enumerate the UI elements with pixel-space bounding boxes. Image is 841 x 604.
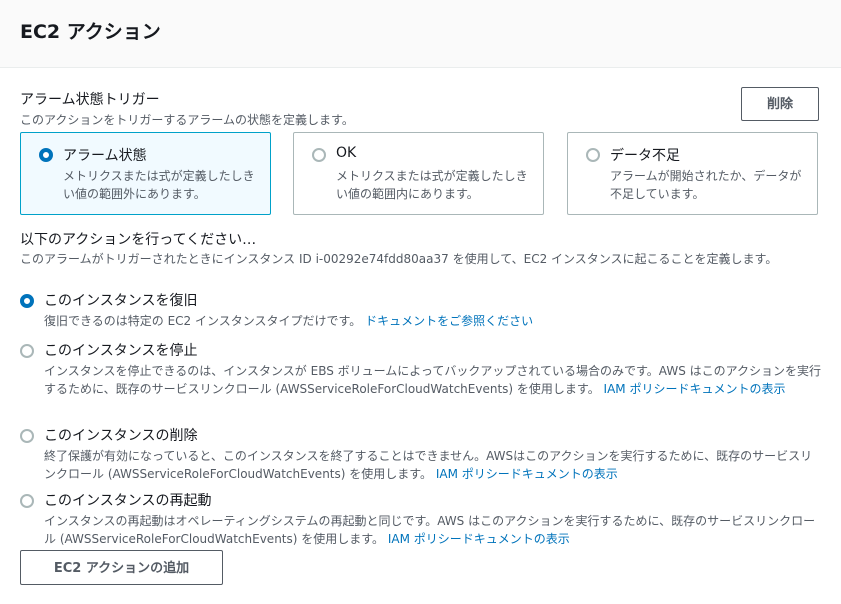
trigger-tile-alarm[interactable]: アラーム状態 メトリクスまたは式が定義したしきい値の範囲外にあります。 bbox=[20, 132, 271, 215]
radio-button[interactable] bbox=[20, 494, 34, 508]
option-label: このインスタンスの削除 bbox=[44, 428, 198, 444]
option-description: インスタンスを停止できるのは、インスタンスが EBS ボリュームによってバックア… bbox=[44, 362, 824, 398]
option-label: このインスタンスを復旧 bbox=[44, 293, 198, 309]
section-title: EC2 アクション bbox=[20, 21, 161, 43]
radio-button[interactable] bbox=[20, 429, 34, 443]
tile-title: OK bbox=[336, 145, 357, 161]
option-description: 終了保護が有効になっていると、このインスタンスを終了することはできません。AWS… bbox=[44, 447, 824, 483]
option-description-text: 復旧できるのは特定の EC2 インスタンスタイプだけです。 bbox=[44, 314, 362, 328]
iam-policy-link[interactable]: IAM ポリシードキュメントの表示 bbox=[388, 532, 570, 546]
trigger-description: このアクションをトリガーするアラームの状態を定義します。 bbox=[20, 113, 354, 127]
option-description: 復旧できるのは特定の EC2 インスタンスタイプだけです。 ドキュメントをご参照… bbox=[44, 312, 824, 330]
option-description: インスタンスの再起動はオペレーティングシステムの再起動と同じです。AWS はこの… bbox=[44, 512, 824, 548]
iam-policy-link[interactable]: IAM ポリシードキュメントの表示 bbox=[436, 467, 618, 481]
radio-button[interactable] bbox=[586, 148, 600, 162]
tile-description: メトリクスまたは式が定義したしきい値の範囲外にあります。 bbox=[63, 169, 255, 201]
delete-button[interactable]: 削除 bbox=[741, 87, 819, 121]
radio-button-checked[interactable] bbox=[39, 148, 53, 162]
radio-button-checked[interactable] bbox=[20, 294, 34, 308]
radio-button[interactable] bbox=[312, 148, 326, 162]
trigger-label: アラーム状態トリガー bbox=[20, 92, 160, 108]
trigger-tile-ok[interactable]: OK メトリクスまたは式が定義したしきい値の範囲内にあります。 bbox=[293, 132, 544, 215]
tile-title: アラーム状態 bbox=[63, 148, 147, 164]
tile-description: アラームが開始されたか、データが不足しています。 bbox=[610, 169, 802, 201]
actions-description: このアラームがトリガーされたときにインスタンス ID i-00292e74fdd… bbox=[20, 252, 778, 266]
add-ec2-action-button[interactable]: EC2 アクションの追加 bbox=[20, 550, 223, 585]
radio-button[interactable] bbox=[20, 344, 34, 358]
actions-title: 以下のアクションを行ってください… bbox=[20, 232, 257, 248]
option-description-text: 終了保護が有効になっていると、このインスタンスを終了することはできません。AWS… bbox=[44, 449, 813, 481]
tile-title: データ不足 bbox=[610, 148, 680, 164]
trigger-tile-insufficient-data[interactable]: データ不足 アラームが開始されたか、データが不足しています。 bbox=[567, 132, 818, 215]
docs-link[interactable]: ドキュメントをご参照ください bbox=[365, 314, 533, 328]
option-label: このインスタンスの再起動 bbox=[44, 493, 212, 509]
tile-description: メトリクスまたは式が定義したしきい値の範囲内にあります。 bbox=[336, 169, 528, 201]
section-header: EC2 アクション bbox=[0, 0, 841, 68]
option-label: このインスタンスを停止 bbox=[44, 343, 198, 359]
iam-policy-link[interactable]: IAM ポリシードキュメントの表示 bbox=[604, 382, 786, 396]
